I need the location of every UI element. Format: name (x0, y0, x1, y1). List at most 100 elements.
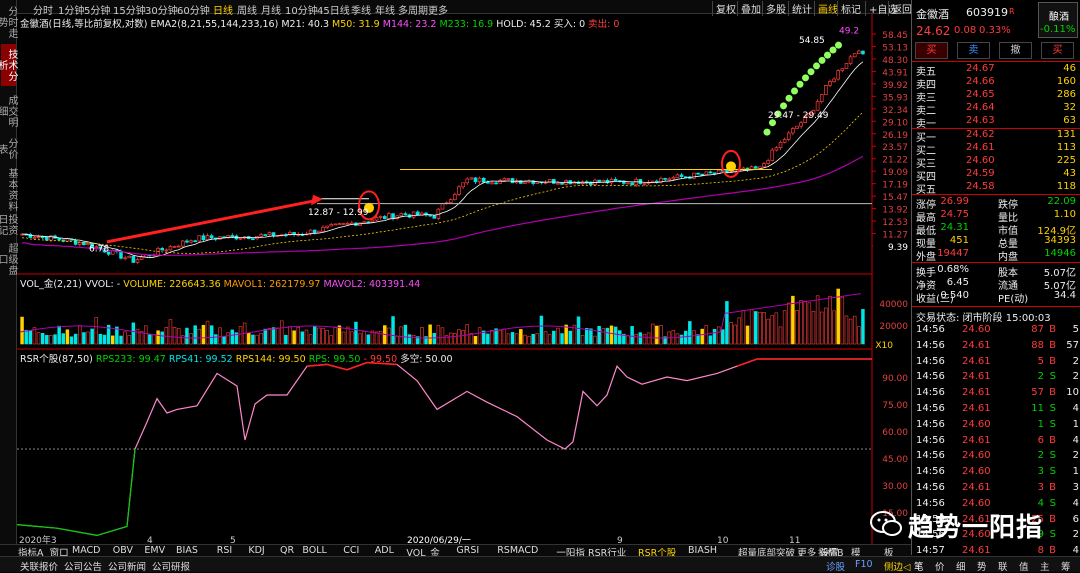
volume-bar (395, 336, 399, 345)
price-tick-label: 15.47 (882, 193, 908, 203)
volume-bar (523, 334, 527, 345)
volume-bar (172, 327, 177, 345)
volume-bar (502, 328, 507, 345)
indicator-tab-2[interactable]: MACD (72, 545, 100, 556)
left-tab-5[interactable]: 投资日记 (0, 212, 17, 238)
candle-body (770, 149, 775, 161)
footer-tab-6[interactable]: 主 (1040, 559, 1050, 573)
indicator-tab-14[interactable]: RSMACD (497, 545, 538, 556)
volume-bar (131, 322, 136, 345)
volume-bar (420, 327, 424, 345)
volume-bar (527, 336, 531, 345)
indicator-tab-8[interactable]: QR (280, 545, 294, 556)
volume-bar (498, 330, 502, 345)
volume-bar (218, 327, 222, 345)
candle-body (40, 236, 45, 239)
indicator-tab-9[interactable]: BOLL (302, 545, 326, 556)
bid-volume: 113 (1056, 142, 1076, 153)
vol-tick-label: 20000 (879, 322, 908, 332)
volume-bar (329, 335, 333, 345)
volume-bar (308, 334, 313, 345)
trade-button-1[interactable]: 卖 (957, 42, 990, 59)
bid-volume: 225 (1056, 155, 1076, 166)
left-tab-2[interactable]: 成交明细 (0, 90, 17, 132)
quote-panel: 金徽酒 603919 R 24.62 0.08 0.33% 酿酒 -0.11% 买卖撤买卖五 24… (911, 0, 1080, 572)
status-right-1[interactable]: F10 (855, 559, 873, 570)
indicator-tab-4[interactable]: EMV (144, 545, 165, 556)
indicator-tab-7[interactable]: KDJ (248, 545, 264, 556)
trade-button-3[interactable]: 买 (1041, 42, 1074, 59)
candle-body (844, 63, 849, 69)
left-tab-6[interactable]: 超级盘口 (0, 242, 17, 276)
footer-tab-3[interactable]: 势 (977, 559, 987, 573)
volume-bar (399, 326, 404, 345)
volume-bar (770, 315, 774, 345)
footer-tab-1[interactable]: 价 (935, 559, 945, 573)
tick-price: 24.61 (962, 387, 991, 399)
indicator-tab-18[interactable]: BIASH (688, 545, 717, 556)
trade-button-2[interactable]: 撤 (999, 42, 1032, 59)
footer-tab-7[interactable]: 筹 (1061, 559, 1071, 573)
volume-bar (696, 334, 700, 345)
indicator-tab-10[interactable]: CCI (343, 545, 359, 556)
volume-bar (94, 317, 98, 345)
footer-tab-2[interactable]: 细 (956, 559, 966, 573)
volume-bar (568, 330, 573, 345)
stat-value: 34.4 (1053, 290, 1076, 301)
left-tab-1[interactable]: 技术分析 (0, 44, 17, 86)
status-link-3[interactable]: 公司研报 (152, 559, 190, 573)
indicator-tab-3[interactable]: OBV (113, 545, 133, 556)
trade-button-0[interactable]: 买 (915, 42, 948, 59)
volume-bar (366, 334, 371, 345)
candle-body (172, 246, 177, 248)
volume-bar (263, 328, 267, 345)
up-marker (829, 46, 837, 54)
footer-tab-4[interactable]: 联 (998, 559, 1008, 573)
indicator-tab-13[interactable]: GRSI (456, 545, 479, 556)
left-tab-4[interactable]: 基本资料 (1, 166, 17, 214)
volume-bar (733, 324, 737, 345)
price-tick-label: 48.30 (882, 56, 908, 66)
candle-body (263, 234, 268, 236)
ask-volume: 46 (1063, 63, 1076, 74)
tick-count: 1 (1072, 418, 1079, 430)
status-link-2[interactable]: 公司新闻 (108, 559, 146, 573)
indicator-tab-6[interactable]: RSI (217, 545, 232, 556)
volume-bar (411, 335, 416, 345)
left-tab-0[interactable]: 分时走势 (0, 2, 17, 42)
sector-box[interactable]: 酿酒 -0.11% (1038, 2, 1078, 38)
left-tab-3[interactable]: 分价表 (0, 134, 17, 164)
tick-time: 14:56 (916, 387, 945, 399)
status-right-2[interactable]: 侧边◁ (884, 559, 910, 573)
stat-label: 内盘 (998, 252, 1018, 263)
footer-tab-0[interactable]: 笔 (914, 559, 924, 573)
volume-bar (778, 326, 783, 345)
volume-bar (729, 322, 733, 345)
tick-count: 10 (1066, 387, 1079, 399)
stat-value: 24.75 (940, 209, 969, 220)
rsr-legend: RSR个股(87,50) RPS233: 99.47 RPS41: 99.52 … (20, 351, 453, 365)
candle-body (321, 227, 325, 232)
volume-bar (828, 295, 832, 345)
status-link-0[interactable]: 关联报价 (20, 559, 58, 573)
price-tick-label: 29.10 (882, 118, 908, 128)
candle-body (345, 222, 350, 225)
volume-bar (90, 328, 94, 345)
chart-area[interactable]: 58.45 53.13 48.30 43.91 39.92 35.93 32.34 29.10… (16, 14, 910, 546)
candle-body (510, 178, 515, 184)
tick-price: 24.61 (962, 355, 991, 367)
volume-bar (803, 300, 807, 345)
indicator-tab-5[interactable]: BIAS (176, 545, 198, 556)
footer-tab-5[interactable]: 值 (1019, 559, 1029, 573)
signal-dot (726, 161, 736, 172)
indicator-tab-11[interactable]: ADL (375, 545, 394, 556)
status-right-0[interactable]: 诊股 (826, 559, 845, 573)
candle-body (477, 177, 482, 183)
tick-volume: 88 (1031, 339, 1044, 351)
legend-m21: M21: 40.3 (281, 19, 330, 30)
volume-bar (754, 311, 758, 345)
volume-bar (708, 335, 713, 345)
status-link-1[interactable]: 公司公告 (64, 559, 102, 573)
candle-body (428, 214, 432, 217)
tick-count: 5 (1072, 324, 1079, 335)
